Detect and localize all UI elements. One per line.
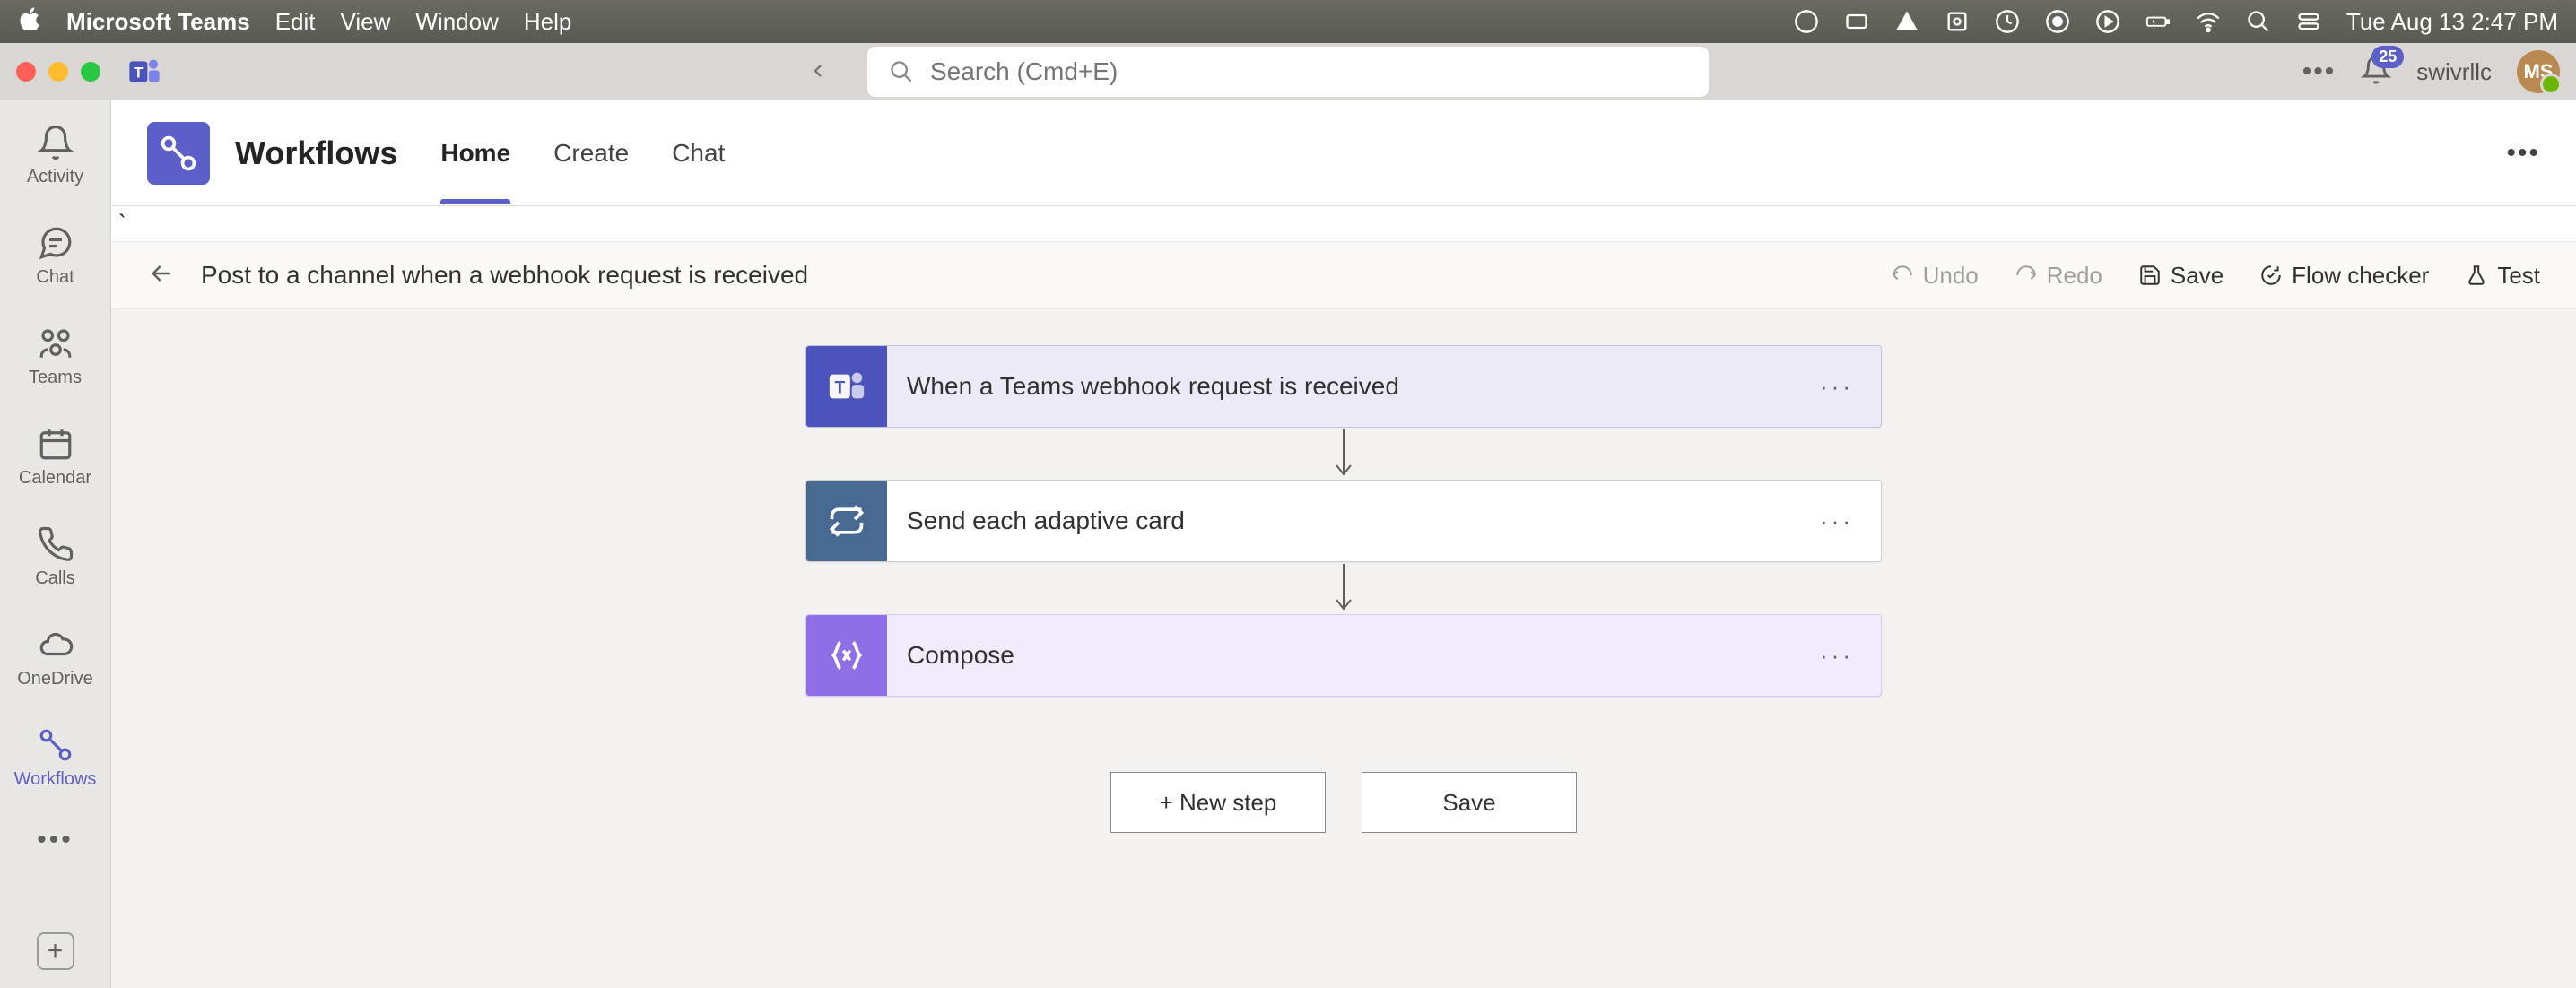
svg-text:T: T xyxy=(834,379,845,398)
mac-menubar: Microsoft Teams Edit View Window Help Tu… xyxy=(0,0,2576,43)
step-more[interactable]: ··· xyxy=(1820,373,1881,401)
search-input[interactable] xyxy=(930,57,1687,86)
rail-activity[interactable]: Activity xyxy=(9,113,102,197)
cloud-icon xyxy=(37,626,74,663)
rail-calls[interactable]: Calls xyxy=(9,515,102,599)
search-box[interactable] xyxy=(866,46,1710,98)
step-title: Compose xyxy=(887,641,1820,670)
menu-edit[interactable]: Edit xyxy=(275,8,316,36)
traffic-lights xyxy=(16,62,100,82)
avatar[interactable]: MS xyxy=(2517,50,2560,93)
loop-step-icon xyxy=(806,481,887,561)
status-icon-6[interactable] xyxy=(2045,9,2070,34)
flask-icon xyxy=(2465,264,2488,287)
connector-arrow xyxy=(1326,562,1362,614)
window-close[interactable] xyxy=(16,62,36,82)
step-title: Send each adaptive card xyxy=(887,507,1820,535)
step-trigger[interactable]: T When a Teams webhook request is receiv… xyxy=(805,345,1882,428)
rail-chat[interactable]: Chat xyxy=(9,213,102,298)
new-step-button[interactable]: + New step xyxy=(1110,772,1326,833)
status-icon-2[interactable] xyxy=(1844,9,1869,34)
window-maximize[interactable] xyxy=(81,62,100,82)
save-flow-button[interactable]: Save xyxy=(1362,772,1577,833)
workflows-app-icon xyxy=(147,122,210,185)
compose-step-icon xyxy=(806,615,887,696)
flow-canvas: T When a Teams webhook request is receiv… xyxy=(111,309,2576,988)
save-icon xyxy=(2138,264,2162,287)
app-name[interactable]: Microsoft Teams xyxy=(66,8,250,36)
flow-toolbar: Post to a channel when a webhook request… xyxy=(111,241,2576,309)
flow-checker-button[interactable]: Flow checker xyxy=(2259,262,2429,290)
status-icon-3[interactable] xyxy=(1894,9,1919,34)
tab-create[interactable]: Create xyxy=(553,103,629,204)
left-rail: Activity Chat Teams Calendar Calls OneDr… xyxy=(0,100,111,988)
step-more[interactable]: ··· xyxy=(1820,642,1881,670)
rail-workflows[interactable]: Workflows xyxy=(9,715,102,800)
spotlight-icon[interactable] xyxy=(2246,9,2271,34)
teams-step-icon: T xyxy=(806,346,887,427)
rail-calendar[interactable]: Calendar xyxy=(9,414,102,498)
menu-help[interactable]: Help xyxy=(524,8,571,36)
rail-onedrive[interactable]: OneDrive xyxy=(9,615,102,699)
phone-icon xyxy=(37,525,74,563)
status-icon-4[interactable] xyxy=(1945,9,1970,34)
bell-icon xyxy=(37,124,74,161)
notification-badge: 25 xyxy=(2371,46,2404,68)
datetime[interactable]: Tue Aug 13 2:47 PM xyxy=(2346,8,2558,36)
username[interactable]: swivrllc xyxy=(2416,58,2492,86)
status-icon-5[interactable] xyxy=(1995,9,2020,34)
rail-add-app[interactable]: + xyxy=(37,932,74,970)
teams-icon xyxy=(37,325,74,362)
back-button[interactable] xyxy=(147,259,176,292)
stray-char: ` xyxy=(111,206,2576,241)
workflows-icon xyxy=(37,726,74,764)
app-title: Workflows xyxy=(235,134,397,172)
search-icon xyxy=(889,59,914,84)
step-title: When a Teams webhook request is received xyxy=(887,372,1820,401)
test-button[interactable]: Test xyxy=(2465,262,2540,290)
app-header: Workflows Home Create Chat ••• xyxy=(111,100,2576,206)
titlebar-more[interactable]: ••• xyxy=(2302,56,2337,87)
undo-button: Undo xyxy=(1891,262,1979,290)
step-more[interactable]: ··· xyxy=(1820,507,1881,535)
battery-icon[interactable] xyxy=(2145,9,2171,34)
step-loop[interactable]: Send each adaptive card ··· xyxy=(805,480,1882,562)
teams-titlebar: T ••• 25 swivrllc MS xyxy=(0,43,2576,100)
menu-view[interactable]: View xyxy=(341,8,391,36)
rail-teams[interactable]: Teams xyxy=(9,314,102,398)
menu-window[interactable]: Window xyxy=(415,8,498,36)
notifications-button[interactable]: 25 xyxy=(2361,55,2391,90)
wifi-icon[interactable] xyxy=(2196,9,2221,34)
apple-icon[interactable] xyxy=(18,7,41,37)
tab-chat[interactable]: Chat xyxy=(672,103,725,204)
teams-logo-icon: T xyxy=(126,53,163,91)
redo-button: Redo xyxy=(2015,262,2102,290)
rail-more[interactable]: ••• xyxy=(37,825,74,855)
undo-icon xyxy=(1891,264,1914,287)
tab-home[interactable]: Home xyxy=(440,103,510,204)
app-header-more[interactable]: ••• xyxy=(2506,138,2540,169)
status-icon-1[interactable] xyxy=(1794,9,1819,34)
window-minimize[interactable] xyxy=(48,62,68,82)
save-button[interactable]: Save xyxy=(2138,262,2224,290)
control-center-icon[interactable] xyxy=(2296,9,2321,34)
connector-arrow xyxy=(1326,428,1362,480)
chat-icon xyxy=(37,224,74,262)
flow-title: Post to a channel when a webhook request… xyxy=(201,261,808,290)
calendar-icon xyxy=(37,425,74,463)
checker-icon xyxy=(2259,264,2283,287)
play-icon[interactable] xyxy=(2095,9,2120,34)
redo-icon xyxy=(2015,264,2038,287)
nav-back[interactable] xyxy=(807,56,829,89)
svg-text:T: T xyxy=(134,65,143,82)
step-compose[interactable]: Compose ··· xyxy=(805,614,1882,697)
